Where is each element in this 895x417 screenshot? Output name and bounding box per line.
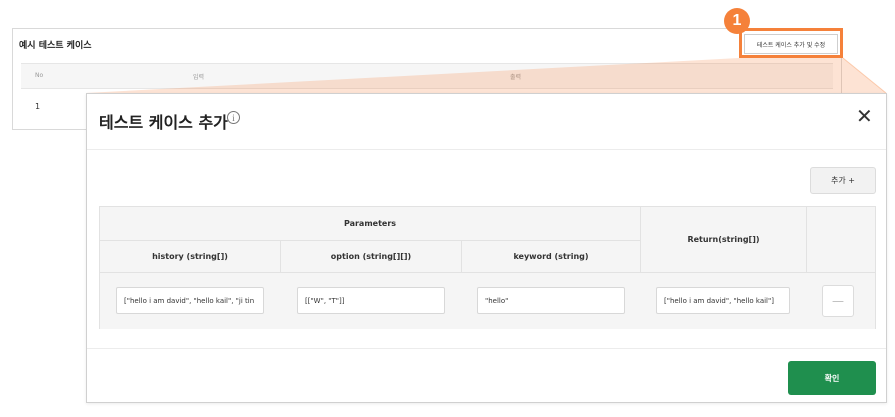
history-param-header: history (string[]) [100, 241, 280, 272]
column-no: No [35, 72, 44, 79]
panel-title: 예시 테스트 케이스 [19, 41, 92, 51]
column-divider [280, 240, 281, 272]
row-number: 1 [35, 102, 41, 111]
close-icon[interactable]: ✕ [856, 106, 873, 126]
column-output: 출력 [510, 74, 522, 81]
info-icon[interactable]: i [227, 111, 240, 124]
option-param-header: option (string[][]) [281, 241, 461, 272]
test-case-table: Parameters history (string[]) option (st… [99, 206, 876, 329]
column-input: 입력 [193, 74, 205, 81]
add-row-button[interactable]: 추가 + [810, 167, 876, 194]
test-case-table-header: No 입력 출력 [21, 63, 833, 89]
highlight-box [739, 28, 843, 58]
remove-row-button[interactable]: — [822, 285, 854, 317]
keyword-input[interactable]: "hello" [477, 287, 625, 314]
modal-title: 테스트 케이스 추가 [99, 113, 228, 132]
history-input[interactable]: ["hello i am david", "hello kail", "ji t… [116, 287, 264, 314]
add-test-case-modal: 테스트 케이스 추가 i ✕ 추가 + Parameters history (… [86, 93, 887, 403]
keyword-param-header: keyword (string) [462, 241, 640, 272]
action-header [807, 207, 875, 272]
step-badge: 1 [724, 8, 750, 34]
option-input[interactable]: [["W", "T"]] [297, 287, 445, 314]
column-divider [461, 240, 462, 272]
test-case-row: ["hello i am david", "hello kail", "ji t… [100, 273, 875, 329]
header-divider [100, 240, 640, 241]
footer-divider [87, 348, 886, 349]
modal-header: 테스트 케이스 추가 i ✕ [87, 94, 886, 150]
confirm-button[interactable]: 확인 [788, 361, 876, 395]
return-header: Return(string[]) [641, 207, 806, 272]
parameters-header: Parameters [100, 207, 640, 240]
return-input[interactable]: ["hello i am david", "hello kail"] [656, 287, 790, 314]
